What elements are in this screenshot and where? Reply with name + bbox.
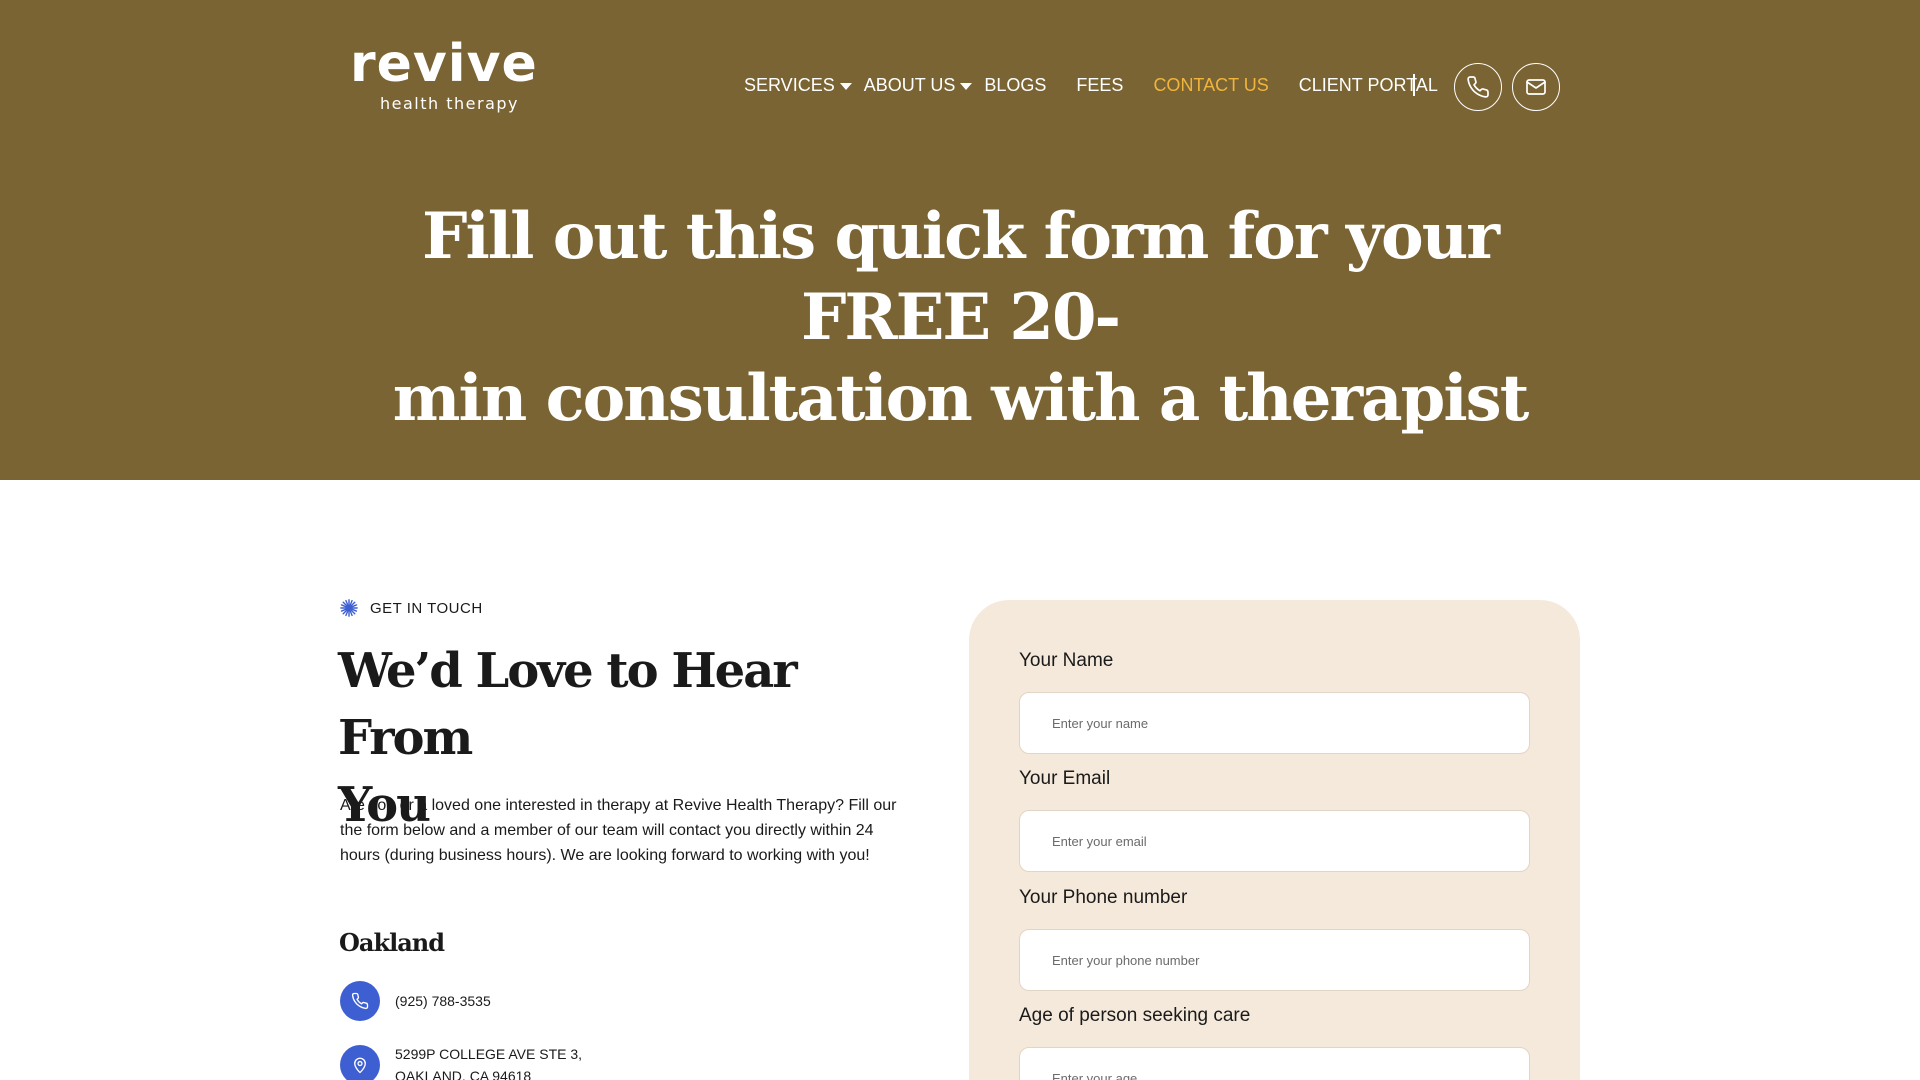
logo-wordmark: revive [350,34,538,94]
eyebrow-label: GET IN TOUCH [370,599,483,617]
phone-icon [1467,76,1489,98]
age-input[interactable] [1019,1047,1530,1080]
phone-badge [340,981,380,1021]
hero-title-line-2: min consultation with a therapist [392,361,1529,436]
phone-input[interactable] [1019,929,1530,991]
nav-item-services[interactable]: SERVICES [744,75,852,96]
nav-divider [1413,74,1415,96]
chevron-down-icon [839,82,852,90]
location-phone-row[interactable]: (925) 788-3535 [340,981,491,1021]
hero-title: Fill out this quick form for your FREE 2… [360,196,1560,439]
email-input[interactable] [1019,810,1530,872]
eyebrow: GET IN TOUCH [340,599,483,617]
email-field-label: Your Email [1019,768,1111,789]
location-address-row[interactable]: 5299P COLLEGE AVE STE 3, OAKLAND, CA 946… [340,1045,582,1080]
logo[interactable]: revive health therapy [350,38,540,118]
hero-title-line-1: Fill out this quick form for your FREE 2… [422,199,1500,355]
email-button[interactable] [1512,63,1560,111]
hero-header: revive health therapy SERVICES ABOUT US … [0,0,1920,480]
map-pin-icon [354,1057,366,1074]
nav-item-label: ABOUT US [863,74,956,95]
mail-icon [1526,79,1546,95]
name-field-label: Your Name [1019,650,1114,671]
phone-field-label: Your Phone number [1019,887,1188,908]
logo-tagline: health therapy [380,94,519,113]
nav-item-about-us[interactable]: ABOUT US [864,75,973,96]
intro-text: Are you or a loved one interested in the… [340,797,897,864]
address-line-1: 5299P COLLEGE AVE STE 3, [395,1046,583,1062]
nav-item-label: SERVICES [744,74,835,95]
nav-item-blogs[interactable]: BLOGS [984,75,1046,96]
nav-item-client-portal[interactable]: CLIENT PORTAL [1299,75,1438,96]
consultation-form: Your Name Your Email Your Phone number A… [969,600,1580,1080]
location-phone: (925) 788-3535 [395,993,491,1009]
name-input[interactable] [1019,692,1530,754]
section-title-line-1: We’d Love to Hear From [338,643,798,766]
phone-button[interactable] [1454,63,1502,111]
main-nav: SERVICES ABOUT US BLOGS FEES CONTACT US … [744,74,1438,96]
location-city: Oakland [339,928,445,957]
age-field-label: Age of person seeking care [1019,1005,1251,1026]
address-badge [340,1045,380,1080]
address-line-2: OAKLAND, CA 94618 [395,1068,532,1080]
phone-icon [351,992,369,1010]
nav-item-fees[interactable]: FEES [1076,75,1123,96]
nav-item-contact-us[interactable]: CONTACT US [1153,75,1268,96]
starburst-icon [340,599,358,617]
chevron-down-icon [960,82,973,90]
location-address: 5299P COLLEGE AVE STE 3, OAKLAND, CA 946… [395,1043,582,1080]
